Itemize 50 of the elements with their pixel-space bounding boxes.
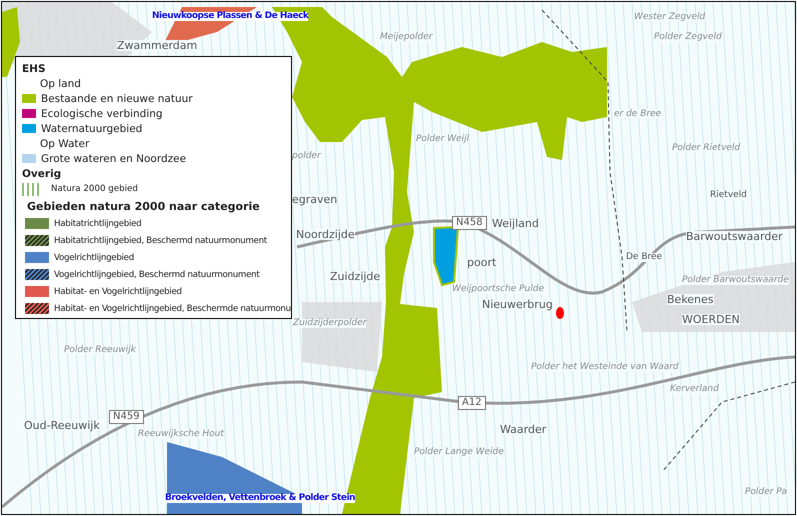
legend-title: Gebieden natura 2000 naar categorie xyxy=(26,200,260,212)
legend-label: Habitatrichtlijngebied, Beschermd natuurmonument xyxy=(54,236,267,246)
place-label: WOERDEN xyxy=(682,314,740,325)
place-label: Noordzijde xyxy=(296,229,355,240)
natura-area-label: Broekvelden, Vettenbroek & Polder Stein xyxy=(165,494,355,503)
place-label: Kerverland xyxy=(670,385,719,394)
place-label: Waarder xyxy=(500,424,546,435)
place-label: er de Bree xyxy=(614,110,662,119)
legend-label: Ecologische verbinding xyxy=(41,108,163,120)
place-label: Nieuwerbrug xyxy=(482,299,553,310)
place-label: polder xyxy=(292,152,321,161)
place-label: Polder Weijl xyxy=(416,135,470,144)
legend-heading: Op Water xyxy=(39,138,90,150)
legend-label: Habitat- en Vogelrichtlijngebied, Beschermde natuurmonu xyxy=(54,304,291,314)
place-label: poort xyxy=(467,257,496,268)
place-label: Polder Rietveld xyxy=(672,144,740,153)
place-label: Polder Pa xyxy=(745,488,788,497)
legend-label: Habitatrichtlijngebied xyxy=(54,218,142,228)
road-number: N458 xyxy=(452,216,487,230)
place-label: Polder Barwoutswaarde xyxy=(682,276,789,285)
place-label: Barwoutswaarder xyxy=(686,231,783,242)
place-label: Meijepolder xyxy=(380,33,433,42)
legend-label: Waternatuurgebied xyxy=(41,122,142,134)
place-label: Zuidzijde xyxy=(330,271,380,282)
legend-label: Natura 2000 gebied xyxy=(51,184,138,194)
place-label: Polder Lange Weide xyxy=(414,448,504,457)
place-label: Zuidzijderpolder xyxy=(293,319,366,328)
place-label: Wester Zegveld xyxy=(634,13,706,22)
legend-heading: EHS xyxy=(22,62,46,74)
legend-label: Habitat- en Vogelrichtlijngebied xyxy=(54,286,182,296)
legend-label: Vogelrichtlijngebied, Beschermd natuurmonument xyxy=(54,270,260,280)
place-label: Oud-Reeuwijk xyxy=(24,420,100,431)
place-label: Polder Zegveld xyxy=(654,33,722,42)
legend-label: Bestaande en nieuwe natuur xyxy=(41,92,193,104)
place-label: Rietveld xyxy=(710,191,747,200)
legend-label: Grote wateren en Noordzee xyxy=(41,152,186,164)
place-label: Polder het Westeinde van Waard xyxy=(531,363,679,372)
place-label: De Bree xyxy=(626,253,662,262)
place-label: Polder Reeuwijk xyxy=(64,346,136,355)
legend-heading: Op land xyxy=(39,78,81,90)
road-number: A12 xyxy=(458,396,486,410)
place-label: Weijpoortsche Pulde xyxy=(452,285,544,294)
legend-label: Vogelrichtlijngebied xyxy=(54,252,134,262)
place-label: Weijland xyxy=(492,218,539,229)
place-label: Zwammerdam xyxy=(117,40,198,51)
road-number: N459 xyxy=(109,410,144,424)
legend-heading: Overig xyxy=(22,168,62,180)
place-label: Bekenes xyxy=(667,294,714,305)
place-label: Reeuwijksche Hout xyxy=(138,430,224,439)
place-label: egraven xyxy=(292,194,338,205)
